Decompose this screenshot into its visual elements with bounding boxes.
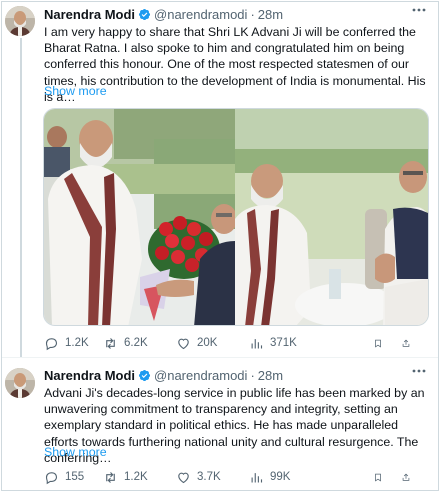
tweet[interactable]: Narendra Modi @narendramodi · 28m Advani…	[2, 359, 438, 490]
separator-dot: ·	[250, 6, 255, 22]
separator-dot: ·	[250, 367, 255, 383]
author-name[interactable]: Narendra Modi	[44, 368, 135, 383]
reply-count: 1.2K	[65, 337, 89, 349]
reply-icon	[45, 471, 58, 484]
bookmark-button[interactable]	[373, 336, 389, 351]
like-button[interactable]: 20K	[176, 336, 249, 351]
show-more-link[interactable]: Show more	[44, 445, 107, 459]
bookmark-icon	[375, 339, 381, 348]
thread-connector-line	[20, 38, 22, 358]
repost-count: 6.2K	[124, 337, 148, 349]
timestamp[interactable]: 28m	[258, 7, 283, 22]
verified-badge-icon	[138, 8, 151, 21]
repost-button[interactable]: 1.2K	[103, 470, 176, 485]
share-icon	[402, 473, 410, 481]
reply-button[interactable]: 1.2K	[44, 336, 103, 351]
tweet-actions: 1.2K 6.2K 20K 371K	[44, 334, 438, 352]
share-button[interactable]	[401, 336, 417, 351]
repost-button[interactable]: 6.2K	[103, 336, 176, 351]
author-name[interactable]: Narendra Modi	[44, 7, 135, 22]
views-button[interactable]: 99K	[249, 470, 373, 485]
share-button[interactable]	[401, 470, 417, 485]
tweet-header: Narendra Modi @narendramodi · 28m	[44, 6, 283, 22]
more-options-icon[interactable]	[412, 8, 426, 12]
tweet-actions: 155 1.2K 3.7K 99K	[44, 468, 438, 486]
author-handle[interactable]: @narendramodi	[154, 7, 247, 22]
timeline-frame: Narendra Modi @narendramodi · 28m I am v…	[1, 1, 439, 491]
bookmark-button[interactable]	[373, 470, 389, 485]
heart-icon	[178, 472, 189, 483]
tweet-divider	[2, 357, 438, 358]
tweet-header: Narendra Modi @narendramodi · 28m	[44, 367, 283, 383]
views-chart-icon	[251, 338, 263, 348]
reply-icon	[45, 337, 58, 350]
show-more-link[interactable]: Show more	[44, 84, 107, 98]
media-grid[interactable]	[43, 108, 429, 326]
bookmark-icon	[375, 473, 381, 482]
timestamp[interactable]: 28m	[258, 368, 283, 383]
photo-right[interactable]	[235, 109, 428, 325]
like-button[interactable]: 3.7K	[176, 470, 249, 485]
reply-count: 155	[65, 471, 85, 483]
repost-icon	[106, 337, 115, 349]
avatar[interactable]	[5, 6, 35, 36]
view-count: 371K	[270, 337, 297, 349]
more-options-icon[interactable]	[412, 369, 426, 373]
reply-button[interactable]: 155	[44, 470, 103, 485]
views-button[interactable]: 371K	[249, 336, 373, 351]
like-count: 20K	[197, 337, 218, 349]
author-handle[interactable]: @narendramodi	[154, 368, 247, 383]
view-count: 99K	[270, 471, 291, 483]
heart-icon	[178, 338, 189, 349]
like-count: 3.7K	[197, 471, 221, 483]
verified-badge-icon	[138, 369, 151, 382]
views-chart-icon	[251, 472, 263, 482]
share-icon	[402, 339, 410, 347]
repost-icon	[106, 471, 115, 483]
avatar[interactable]	[5, 368, 35, 398]
photo-left[interactable]	[44, 109, 237, 325]
tweet[interactable]: Narendra Modi @narendramodi · 28m I am v…	[2, 2, 438, 358]
repost-count: 1.2K	[124, 471, 148, 483]
